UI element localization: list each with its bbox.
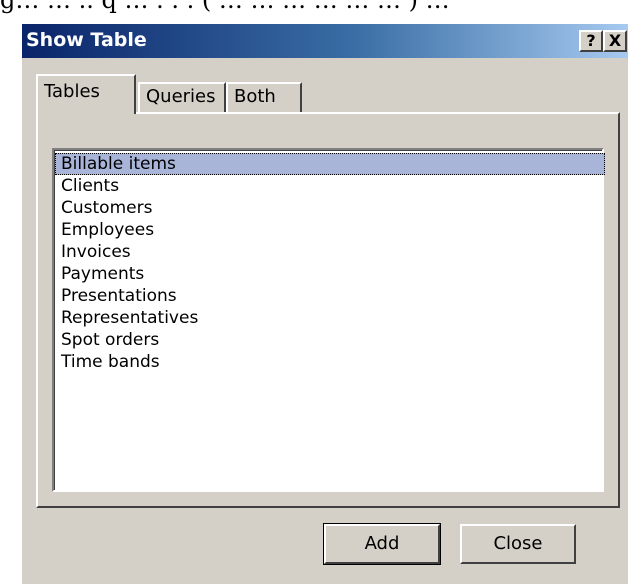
list-item-employees[interactable]: Employees [55, 219, 605, 241]
list-item-customers[interactable]: Customers [55, 197, 605, 219]
list-item-time-bands[interactable]: Time bands [55, 351, 605, 373]
list-item-clients[interactable]: Clients [55, 175, 605, 197]
list-content: Billable items Clients Customers Employe… [54, 150, 605, 490]
list-item-billable-items[interactable]: Billable items [55, 153, 605, 175]
title-bar[interactable]: Show Table ? X [22, 24, 628, 58]
close-button[interactable]: Close [460, 524, 576, 564]
show-table-dialog: Show Table ? X Tables Queries Both Billa… [20, 22, 628, 584]
dialog-title: Show Table [26, 29, 147, 51]
background-document-fragment: g… … .. q … . . . ( … … … … … … ) … [0, 0, 628, 22]
list-item-representatives[interactable]: Representatives [55, 307, 605, 329]
document-text-fragment: g… … .. q … . . . ( … … … … … … ) … [0, 0, 450, 14]
tab-tables[interactable]: Tables [36, 74, 136, 114]
tab-panel: Billable items Clients Customers Employe… [36, 112, 620, 508]
help-button[interactable]: ? [579, 30, 603, 52]
list-item-invoices[interactable]: Invoices [55, 241, 605, 263]
list-item-spot-orders[interactable]: Spot orders [55, 329, 605, 351]
tab-queries[interactable]: Queries [138, 82, 226, 112]
tab-both[interactable]: Both [226, 82, 302, 112]
close-window-button[interactable]: X [603, 30, 627, 52]
add-button[interactable]: Add [323, 523, 441, 565]
list-item-presentations[interactable]: Presentations [55, 285, 605, 307]
list-item-payments[interactable]: Payments [55, 263, 605, 285]
table-list[interactable]: Billable items Clients Customers Employe… [52, 148, 605, 492]
